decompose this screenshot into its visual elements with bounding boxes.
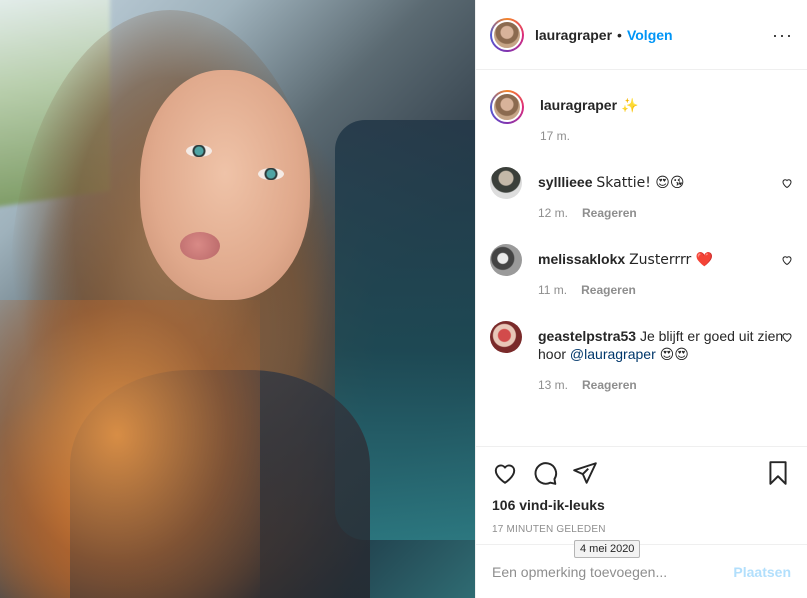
likes-count[interactable]: 106 vind-ik-leuks xyxy=(492,497,791,513)
comment-text: Skattie! 😍😘 xyxy=(596,175,685,191)
post-timestamp[interactable]: 17 minuten geleden xyxy=(492,524,791,535)
comment-like-heart-icon[interactable] xyxy=(781,177,793,189)
instagram-post: lauragraper • Volgen ··· lauragraper ✨ 1… xyxy=(0,0,807,598)
author-avatar[interactable] xyxy=(490,17,524,52)
mention-link[interactable]: @lauragraper xyxy=(570,346,656,362)
comment-item: geastelpstra53 Je blijft er goed uit zie… xyxy=(490,321,793,392)
face xyxy=(140,70,310,300)
comment-like-heart-icon[interactable] xyxy=(781,331,793,343)
add-comment-bar: Plaatsen xyxy=(476,544,807,598)
post-photo[interactable] xyxy=(0,0,475,598)
commenter-avatar[interactable] xyxy=(490,244,522,276)
caption: lauragraper ✨ 17 m. xyxy=(490,88,793,143)
comment-item: sylllieee Skattie! 😍😘 12 m. Reageren xyxy=(490,167,793,220)
reply-button[interactable]: Reageren xyxy=(582,206,637,220)
reply-button[interactable]: Reageren xyxy=(581,283,636,297)
comment-age[interactable]: 11 m. xyxy=(538,283,567,297)
comment-username[interactable]: melissaklokx xyxy=(538,251,625,267)
heart-icon[interactable] xyxy=(492,460,518,486)
comment-icon[interactable] xyxy=(532,460,558,486)
comments-list: lauragraper ✨ 17 m. sylllieee Skattie! 😍… xyxy=(476,70,807,446)
comment-text: Zusterrrr ❤️ xyxy=(629,252,714,268)
post-comment-button[interactable]: Plaatsen xyxy=(733,564,791,580)
share-icon[interactable] xyxy=(572,460,598,486)
caption-age[interactable]: 17 m. xyxy=(540,129,570,143)
commenter-avatar[interactable] xyxy=(490,321,522,353)
lips xyxy=(180,232,220,260)
comment-username[interactable]: geastelpstra53 xyxy=(538,328,636,344)
hair-front xyxy=(0,300,260,598)
comment-username[interactable]: sylllieee xyxy=(538,174,593,190)
separator-dot: • xyxy=(617,26,622,43)
date-tooltip: 4 mei 2020 xyxy=(574,540,641,558)
post-header: lauragraper • Volgen ··· xyxy=(476,0,807,70)
follow-button[interactable]: Volgen xyxy=(627,27,673,43)
bookmark-icon[interactable] xyxy=(765,460,791,486)
comment-emoji: 😍😍 xyxy=(659,347,689,363)
author-username[interactable]: lauragraper xyxy=(535,27,612,43)
comment-age[interactable]: 12 m. xyxy=(538,206,568,220)
post-actions: 106 vind-ik-leuks 17 minuten geleden xyxy=(476,446,807,535)
post-sidebar: lauragraper • Volgen ··· lauragraper ✨ 1… xyxy=(475,0,807,598)
reply-button[interactable]: Reageren xyxy=(582,378,637,392)
comment-like-heart-icon[interactable] xyxy=(781,254,793,266)
comment-age[interactable]: 13 m. xyxy=(538,378,568,392)
left-eye xyxy=(186,145,212,157)
caption-avatar[interactable] xyxy=(490,90,524,124)
more-options-icon[interactable]: ··· xyxy=(772,25,793,46)
caption-username[interactable]: lauragraper xyxy=(540,97,617,113)
right-eye xyxy=(258,168,284,180)
caption-text: ✨ xyxy=(620,98,639,114)
comment-item: melissaklokx Zusterrrr ❤️ 11 m. Reageren xyxy=(490,244,793,297)
comment-input[interactable] xyxy=(492,563,734,580)
commenter-avatar[interactable] xyxy=(490,167,522,199)
